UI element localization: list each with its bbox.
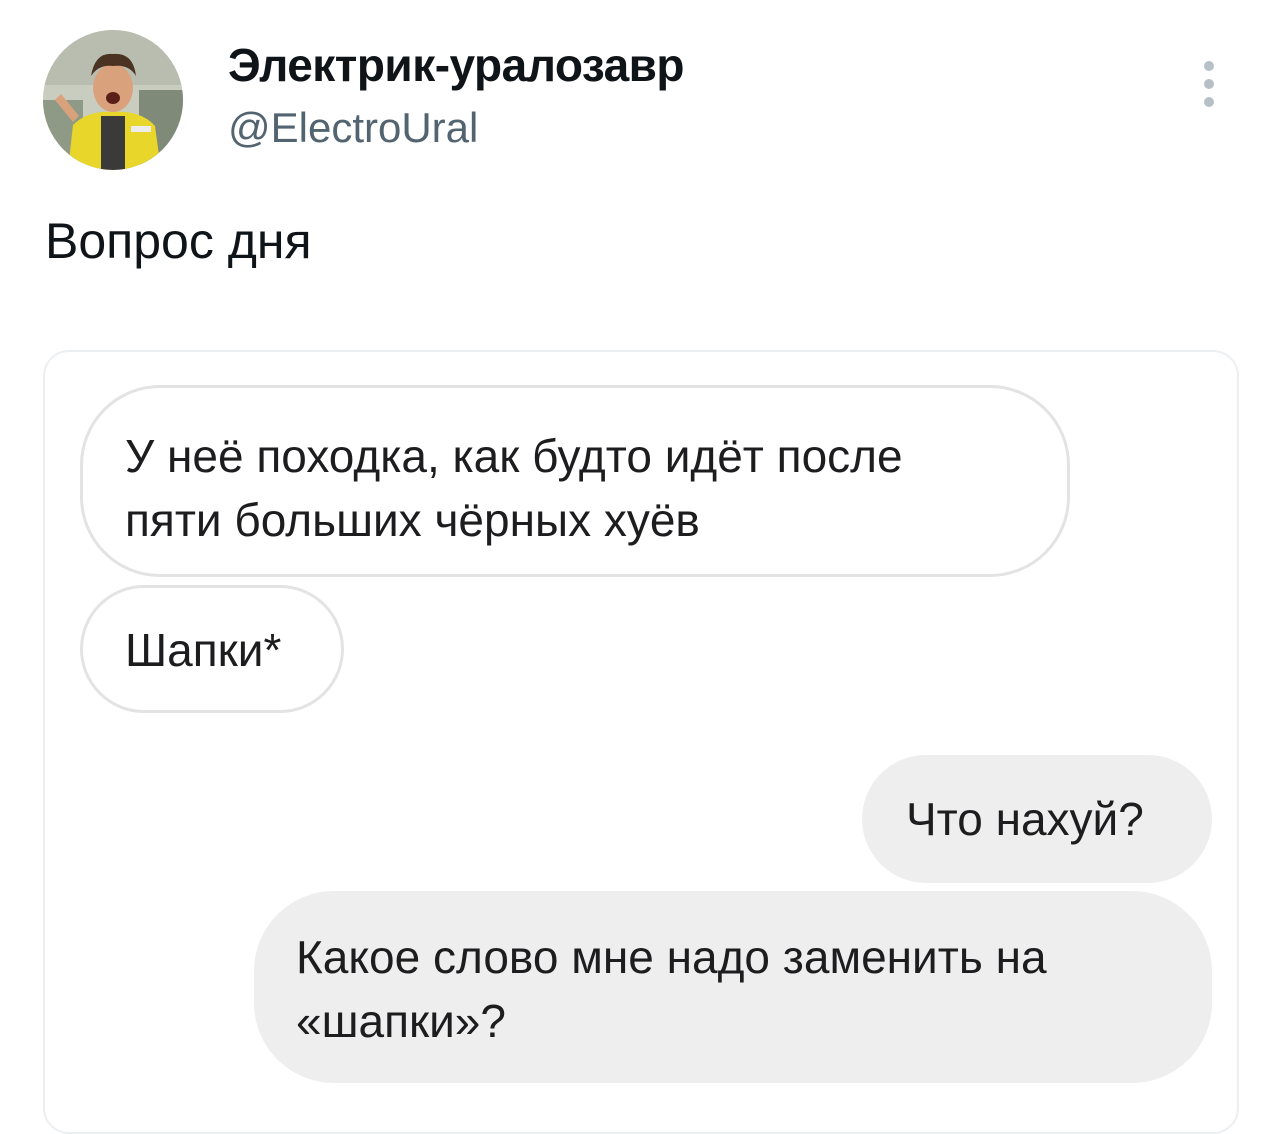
chat-bubble-outgoing: Какое слово мне надо заменить на «шапки»… — [254, 891, 1212, 1083]
more-vertical-icon — [1196, 61, 1222, 107]
message-text-line: пяти больших чёрных хуёв — [125, 494, 700, 546]
chat-bubble-incoming: У неё походка, как будто идёт после пяти… — [80, 385, 1070, 577]
message-text-line: У неё походка, как будто идёт после — [125, 430, 903, 482]
tweet-media-image[interactable]: У неё походка, как будто идёт после пяти… — [43, 350, 1239, 1134]
avatar[interactable] — [43, 30, 183, 170]
message-text-line: Что нахуй? — [906, 793, 1144, 845]
more-options-button[interactable] — [1196, 58, 1222, 114]
chat-bubble-outgoing: Что нахуй? — [862, 755, 1212, 883]
user-avatar-photo — [43, 30, 183, 170]
tweet-text: Вопрос дня — [45, 213, 312, 269]
message-text-line: Шапки* — [125, 624, 282, 676]
message-text-line: «шапки»? — [296, 995, 506, 1047]
author-handle[interactable]: @ElectroUral — [228, 104, 478, 152]
author-display-name[interactable]: Электрик-уралозавр — [228, 38, 685, 92]
message-text-line: Какое слово мне надо заменить на — [296, 931, 1047, 983]
chat-bubble-incoming: Шапки* — [80, 585, 344, 713]
